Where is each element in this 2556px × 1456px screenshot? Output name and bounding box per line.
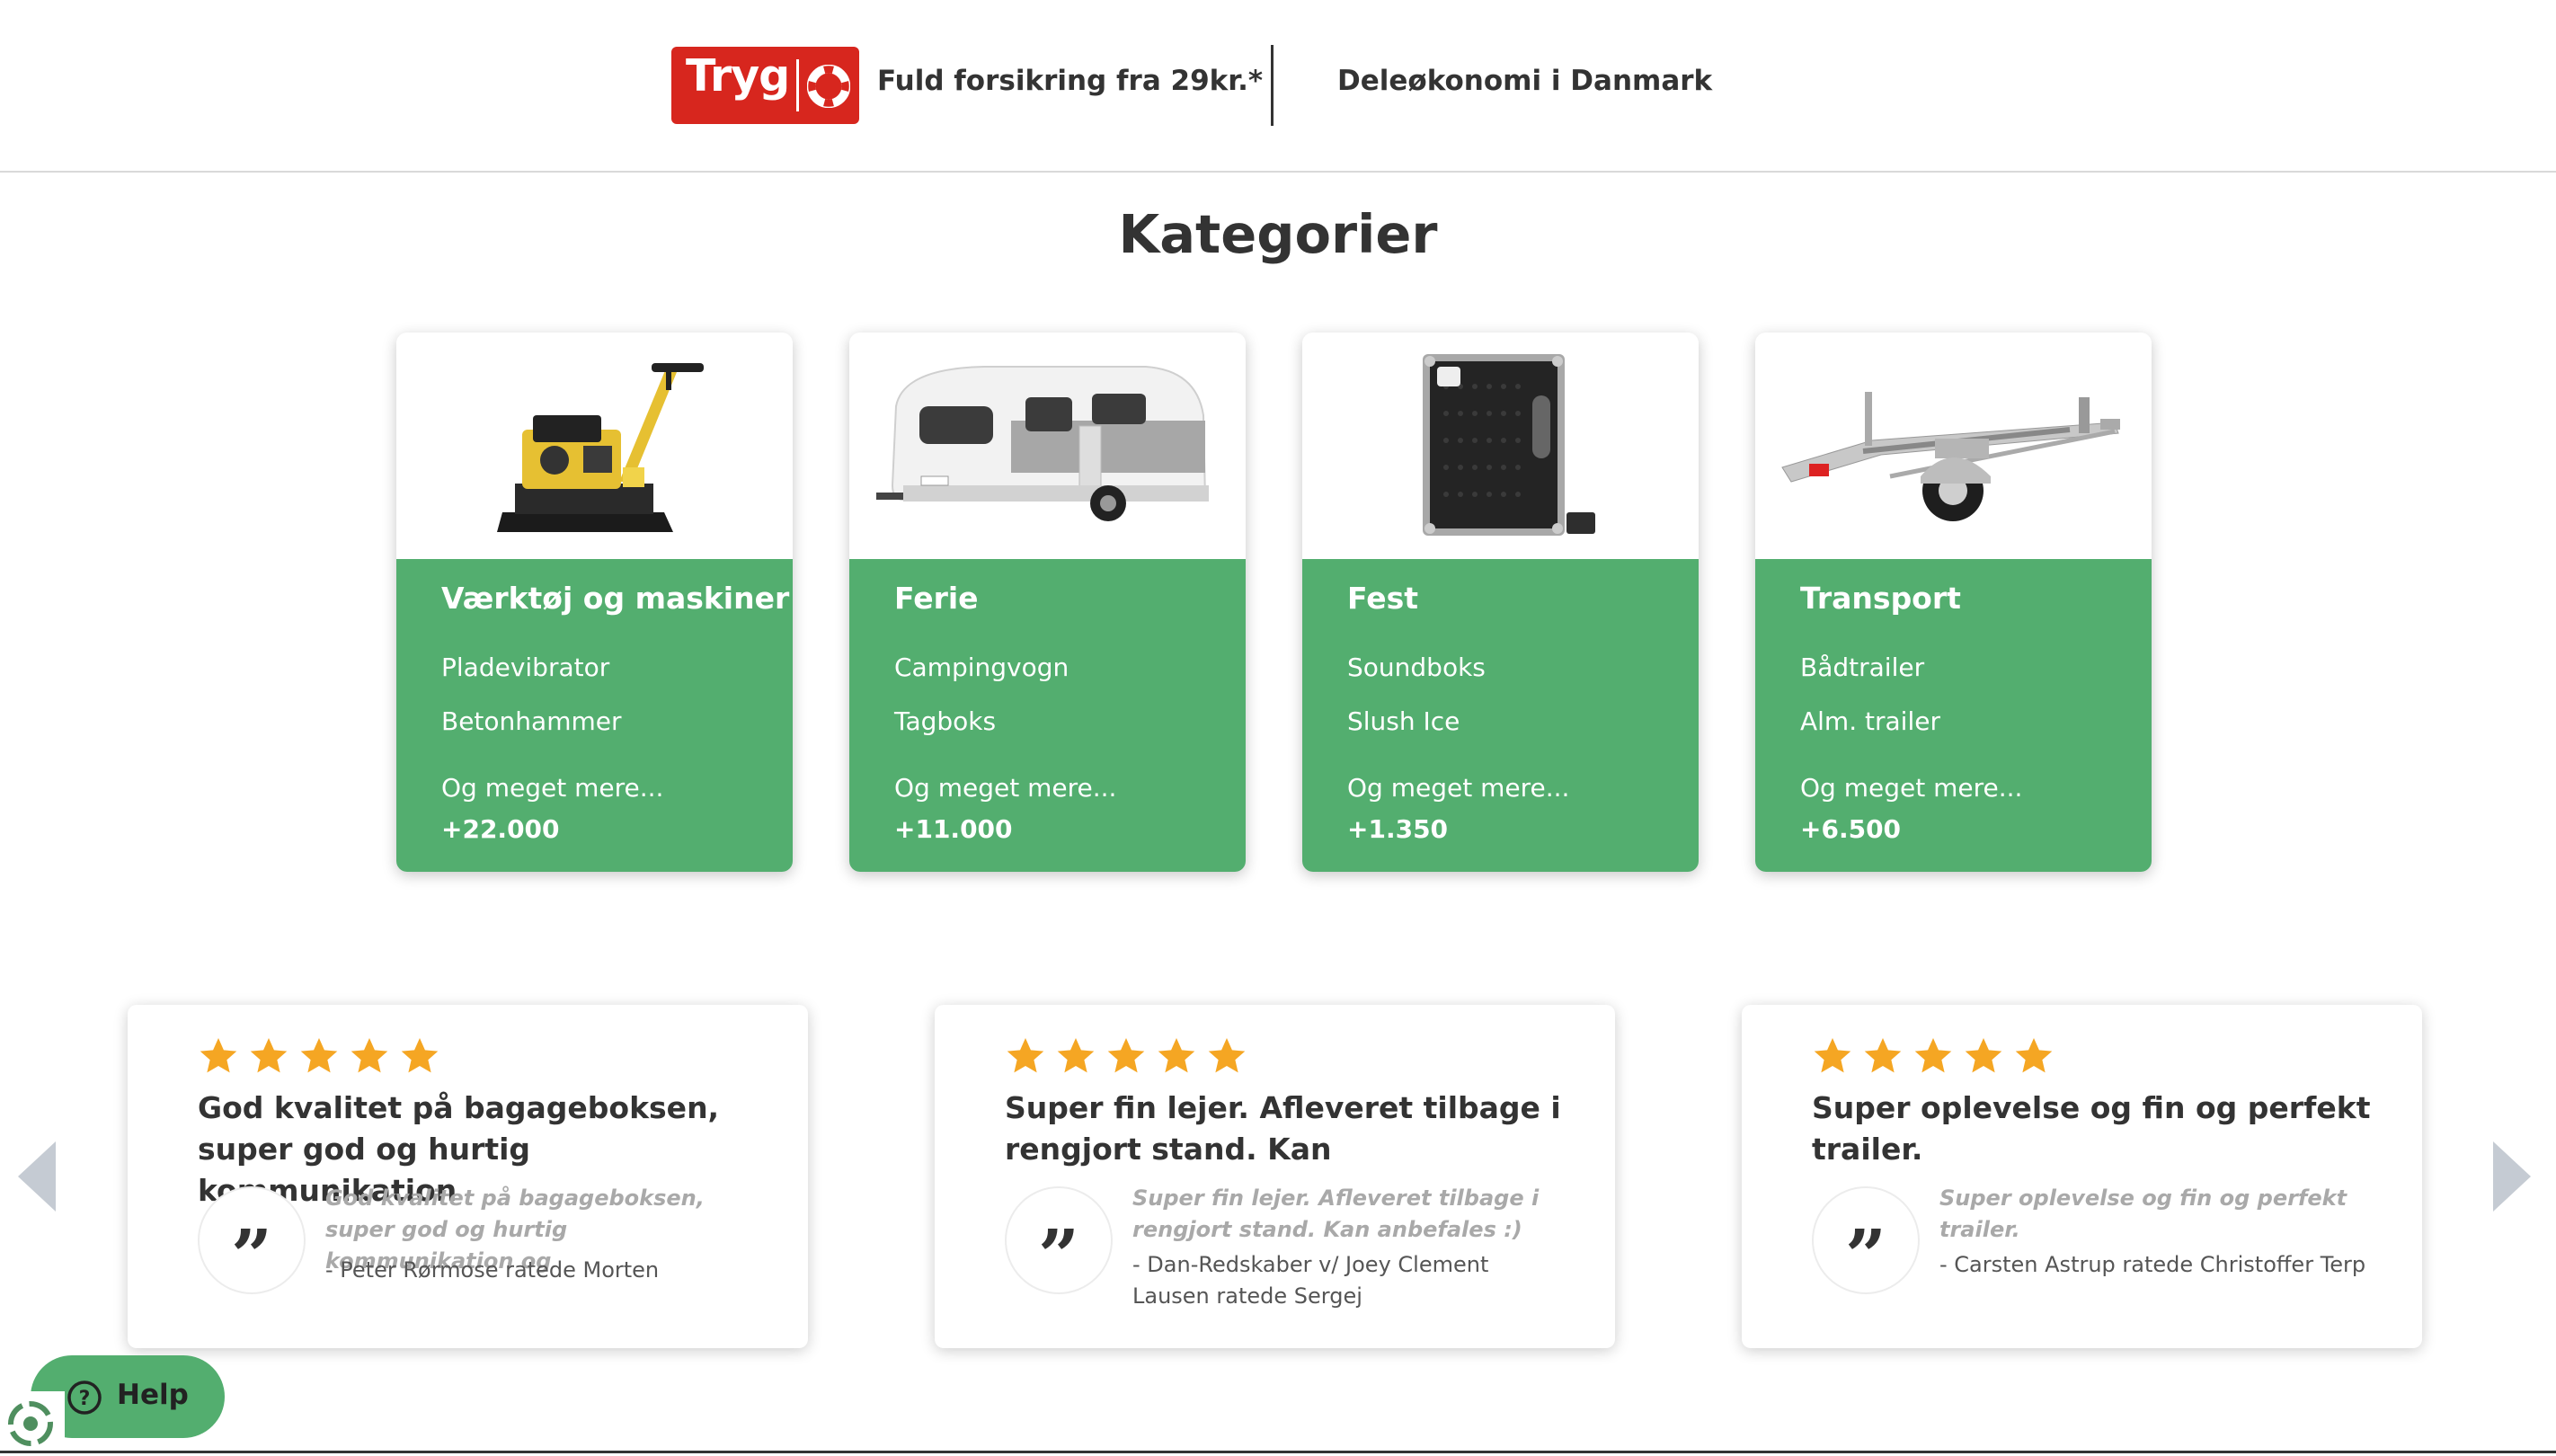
category-image-speaker xyxy=(1302,333,1699,559)
category-link[interactable]: Alm. trailer xyxy=(1800,706,1940,736)
category-card-transport[interactable]: Transport Bådtrailer Alm. trailer Og meg… xyxy=(1755,333,2152,872)
review-headline: Super fin lejer. Afleveret tilbage i ren… xyxy=(1005,1090,1561,1167)
quote-icon: ” xyxy=(230,1213,272,1298)
review-text: Super oplevelse og fin og perfekt traile… xyxy=(1939,1185,2347,1242)
category-link[interactable]: Tagboks xyxy=(894,706,996,736)
quote-badge: ” xyxy=(198,1186,306,1298)
category-info-panel: Værktøj og maskiner Pladevibrator Betonh… xyxy=(396,559,793,872)
quote-badge: ” xyxy=(1005,1186,1113,1298)
star-icon xyxy=(1208,1037,1246,1073)
star-icon xyxy=(1057,1037,1095,1073)
star-icon xyxy=(1158,1037,1195,1073)
category-info-panel: Fest Soundboks Slush Ice Og meget mere..… xyxy=(1302,559,1699,872)
category-card-tools[interactable]: Værktøj og maskiner Pladevibrator Betonh… xyxy=(396,333,793,872)
category-link[interactable]: Betonhammer xyxy=(441,706,621,736)
sharing-economy-link[interactable]: Deleøkonomi i Danmark xyxy=(1337,65,1712,97)
help-label: Help xyxy=(117,1379,189,1411)
category-image-boat-trailer xyxy=(1755,333,2152,559)
life-ring-icon xyxy=(807,65,850,108)
category-count: +1.350 xyxy=(1347,814,1449,844)
star-rating xyxy=(1812,1037,2063,1077)
category-more-link[interactable]: Og meget mere... xyxy=(1347,773,1569,803)
review-text: Super fin lejer. Afleveret tilbage i ren… xyxy=(1132,1185,1540,1242)
review-card: God kvalitet på bagageboksen, super god … xyxy=(128,1005,808,1348)
category-card-party[interactable]: Fest Soundboks Slush Ice Og meget mere..… xyxy=(1302,333,1699,872)
category-title[interactable]: Fest xyxy=(1347,581,1418,616)
quote-icon: ” xyxy=(1844,1213,1886,1298)
category-image-caravan xyxy=(849,333,1246,559)
insurance-tagline[interactable]: Fuld forsikring fra 29kr.* xyxy=(877,65,1263,97)
star-icon xyxy=(2015,1037,2053,1073)
star-icon xyxy=(351,1037,388,1073)
star-icon xyxy=(1107,1037,1145,1073)
bottom-border xyxy=(0,1451,2556,1453)
header-divider xyxy=(1271,45,1274,126)
category-card-holiday[interactable]: Ferie Campingvogn Tagboks Og meget mere.… xyxy=(849,333,1246,872)
star-icon xyxy=(300,1037,338,1073)
quote-icon: ” xyxy=(1037,1213,1079,1298)
star-icon xyxy=(1914,1037,1952,1073)
star-rating xyxy=(1005,1037,1256,1077)
star-rating xyxy=(198,1037,449,1077)
categories-heading: Kategorier xyxy=(1118,203,1438,265)
review-author: - Carsten Astrup ratede Christoffer Terp xyxy=(1939,1252,2366,1277)
arrow-right-icon[interactable] xyxy=(2491,1141,2531,1212)
arrow-left-icon[interactable] xyxy=(18,1141,58,1212)
category-count: +6.500 xyxy=(1800,814,1902,844)
star-icon xyxy=(1864,1037,1902,1073)
help-icon: ? xyxy=(67,1381,102,1415)
category-link[interactable]: Soundboks xyxy=(1347,653,1486,682)
review-card: Super fin lejer. Afleveret tilbage i ren… xyxy=(935,1005,1615,1348)
recycle-badge-icon[interactable] xyxy=(0,1391,65,1456)
logo-divider xyxy=(796,59,799,111)
review-author: - Dan-Redskaber v/ Joey Clement Lausen r… xyxy=(1132,1252,1489,1309)
category-link[interactable]: Slush Ice xyxy=(1347,706,1460,736)
category-info-panel: Transport Bådtrailer Alm. trailer Og meg… xyxy=(1755,559,2152,872)
top-bar: Tryg Fuld forsikring fra 29kr.* Deleøkon… xyxy=(0,0,2556,173)
star-icon xyxy=(250,1037,288,1073)
quote-badge: ” xyxy=(1812,1186,1920,1298)
category-link[interactable]: Pladevibrator xyxy=(441,653,609,682)
category-title[interactable]: Værktøj og maskiner xyxy=(441,581,789,616)
category-more-link[interactable]: Og meget mere... xyxy=(1800,773,2022,803)
category-info-panel: Ferie Campingvogn Tagboks Og meget mere.… xyxy=(849,559,1246,872)
category-link[interactable]: Bådtrailer xyxy=(1800,653,1924,682)
category-title[interactable]: Transport xyxy=(1800,581,1961,616)
star-icon xyxy=(1965,1037,2002,1073)
tryg-logo[interactable]: Tryg xyxy=(671,47,859,124)
category-count: +22.000 xyxy=(441,814,560,844)
svg-text:?: ? xyxy=(79,1388,91,1410)
review-card: Super oplevelse og fin og perfekt traile… xyxy=(1742,1005,2422,1348)
category-more-link[interactable]: Og meget mere... xyxy=(441,773,663,803)
tryg-logo-text: Tryg xyxy=(686,50,790,102)
category-title[interactable]: Ferie xyxy=(894,581,979,616)
category-image-plate-compactor xyxy=(396,333,793,559)
category-count: +11.000 xyxy=(894,814,1013,844)
category-more-link[interactable]: Og meget mere... xyxy=(894,773,1116,803)
category-link[interactable]: Campingvogn xyxy=(894,653,1069,682)
review-headline: Super oplevelse og fin og perfekt traile… xyxy=(1812,1090,2371,1167)
star-icon xyxy=(1007,1037,1044,1073)
review-author: - Peter Rørmose ratede Morten xyxy=(325,1257,660,1283)
star-icon xyxy=(200,1037,237,1073)
star-icon xyxy=(1814,1037,1851,1073)
star-icon xyxy=(401,1037,439,1073)
